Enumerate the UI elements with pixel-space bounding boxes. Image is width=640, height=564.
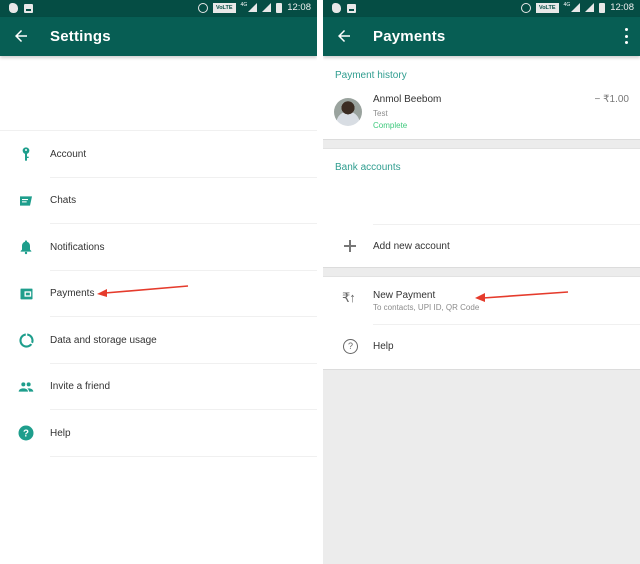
app-bar: Payments [323, 17, 640, 56]
add-account-label: Add new account [373, 241, 450, 252]
settings-item-chats[interactable]: Chats [0, 178, 317, 225]
evernote-icon [9, 3, 18, 13]
status-time: 12:08 [287, 2, 311, 13]
section-title: Bank accounts [335, 162, 401, 173]
annotation-arrow [475, 291, 569, 302]
section-gap [323, 140, 640, 148]
battery-icon [276, 2, 283, 13]
help-button[interactable]: ? Help [323, 325, 640, 371]
bank-accounts-empty-area [323, 181, 640, 225]
settings-screen: VoLTE 4G 12:08 Settings Account Chats No… [0, 0, 317, 564]
help-icon: ? [17, 424, 35, 442]
app-bar: Settings [0, 17, 317, 56]
settings-item-label: Account [50, 148, 87, 160]
section-title: Payment history [335, 70, 407, 81]
image-icon [24, 3, 33, 13]
rupee-send-icon: ₹↑ [342, 290, 356, 305]
image-icon [347, 3, 356, 13]
settings-item-label: Notifications [50, 241, 105, 253]
data-usage-icon [17, 331, 35, 349]
new-payment-label: New Payment [373, 290, 436, 301]
battery-icon [599, 2, 606, 13]
transaction-name: Anmol Beebom [373, 94, 442, 105]
status-bar: VoLTE 4G 12:08 [323, 0, 640, 17]
settings-item-account[interactable]: Account [0, 131, 317, 178]
signal-icon [585, 3, 595, 12]
bank-accounts-section: Bank accounts Add new account [323, 148, 640, 268]
evernote-icon [332, 3, 341, 13]
transaction-status: Complete [373, 121, 408, 130]
alarm-icon [520, 2, 531, 13]
transaction-note: Test [373, 109, 388, 118]
avatar [334, 98, 362, 126]
settings-item-invite[interactable]: Invite a friend [0, 364, 317, 411]
settings-item-help[interactable]: ? Help [0, 410, 317, 457]
settings-item-label: Help [50, 427, 71, 439]
signal-icon [262, 3, 272, 12]
arrow-back-icon[interactable] [335, 27, 353, 45]
section-gap [323, 268, 640, 276]
svg-text:?: ? [23, 429, 29, 440]
annotation-arrow [97, 285, 189, 297]
settings-item-label: Chats [50, 195, 77, 207]
arrow-back-icon[interactable] [12, 27, 30, 45]
signal-4g-icon [571, 3, 581, 12]
more-vert-icon[interactable] [624, 28, 628, 44]
network-type-label: 4G [563, 1, 571, 8]
status-bar: VoLTE 4G 12:08 [0, 0, 317, 17]
signal-4g-icon [248, 3, 258, 12]
new-payment-subtitle: To contacts, UPI ID, QR Code [373, 303, 480, 312]
payments-screen: VoLTE 4G 12:08 Payments Payment history … [323, 0, 640, 564]
status-time: 12:08 [610, 2, 634, 13]
chat-icon [17, 192, 35, 210]
key-icon [17, 145, 35, 163]
settings-item-label: Payments [50, 288, 95, 300]
settings-item-data-storage[interactable]: Data and storage usage [0, 317, 317, 364]
page-title: Payments [373, 28, 446, 45]
bell-icon [17, 238, 35, 256]
add-new-account-button[interactable]: Add new account [323, 225, 640, 269]
plus-icon [342, 238, 358, 254]
settings-item-notifications[interactable]: Notifications [0, 224, 317, 271]
settings-item-label: Data and storage usage [50, 334, 157, 346]
volte-icon: VoLTE [535, 2, 559, 13]
settings-item-label: Invite a friend [50, 381, 111, 393]
page-title: Settings [50, 28, 111, 45]
alarm-icon [197, 2, 208, 13]
help-outline-icon: ? [343, 339, 358, 354]
payment-history-section: Payment history Anmol Beebom Test Comple… [323, 56, 640, 140]
volte-icon: VoLTE [212, 2, 236, 13]
wallet-icon [17, 285, 35, 303]
network-type-label: 4G [240, 1, 248, 8]
profile-area[interactable] [0, 56, 317, 131]
people-icon [17, 378, 35, 396]
transaction-amount: − ₹1.00 [594, 94, 629, 105]
help-label: Help [373, 341, 394, 352]
